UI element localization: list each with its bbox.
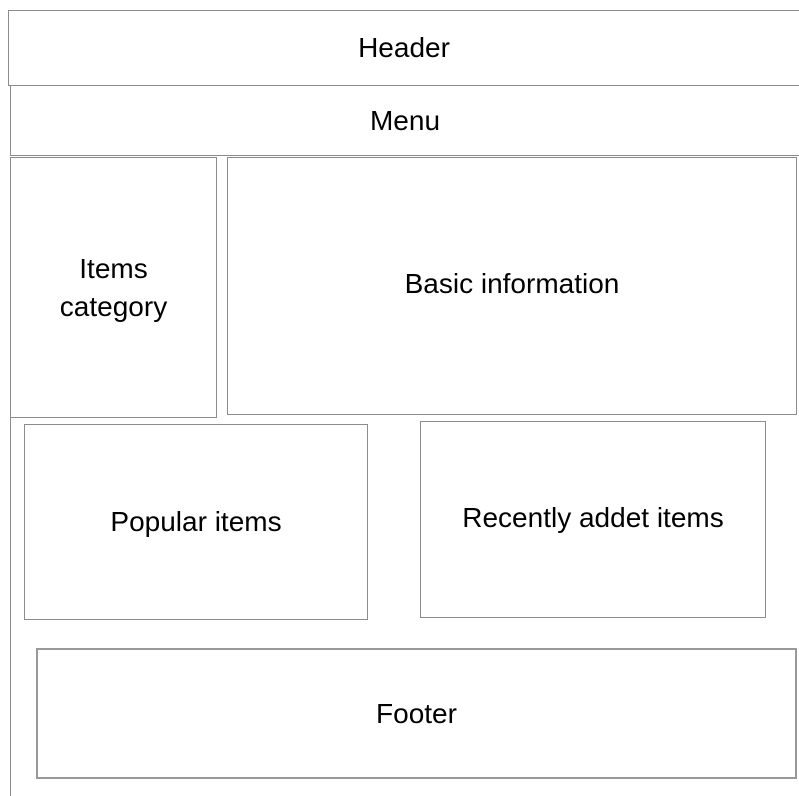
basic-information-label: Basic information bbox=[404, 268, 620, 299]
recently-added-items-label: Recently addet items bbox=[462, 501, 724, 533]
menu-block: Menu bbox=[10, 85, 799, 156]
footer-block: Footer bbox=[36, 648, 797, 779]
items-category-block: Items category bbox=[10, 157, 217, 418]
recently-added-items-block: Recently addet items bbox=[420, 421, 766, 618]
header-block: Header bbox=[8, 10, 799, 86]
menu-label: Menu bbox=[369, 104, 441, 136]
outer-frame-left-edge bbox=[10, 416, 11, 796]
items-category-label-line1: Items bbox=[79, 252, 148, 284]
popular-items-block: Popular items bbox=[24, 424, 368, 620]
popular-items-label: Popular items bbox=[110, 506, 282, 537]
basic-information-block: Basic information bbox=[227, 157, 797, 415]
items-category-label-line2: category bbox=[59, 290, 168, 322]
header-label: Header bbox=[358, 32, 450, 63]
footer-label: Footer bbox=[376, 697, 457, 729]
